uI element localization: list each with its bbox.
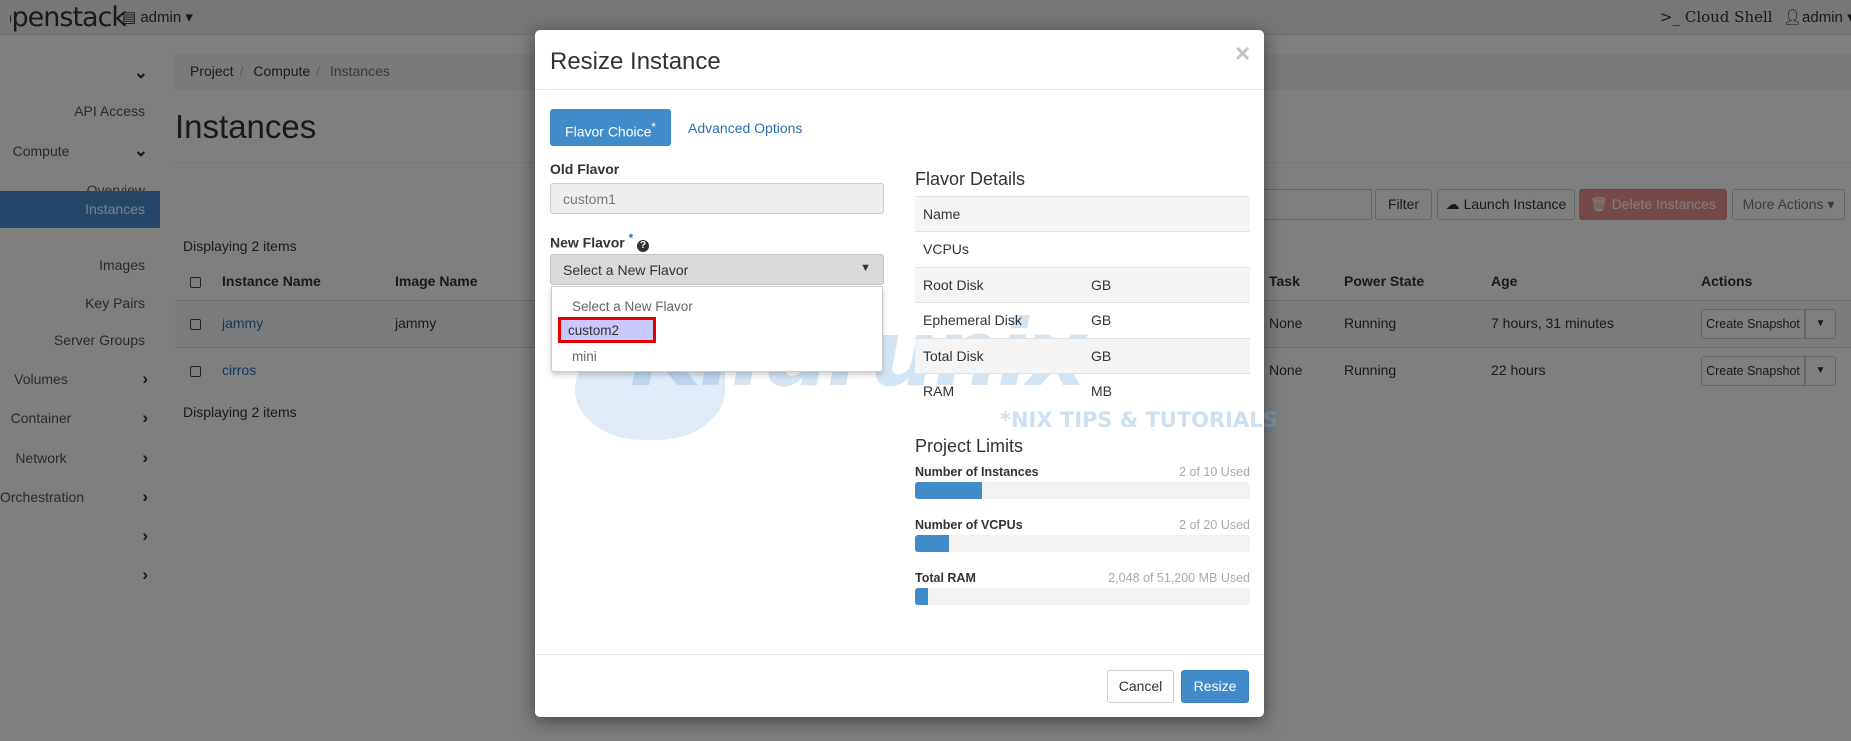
limit-progress-fill: [915, 482, 982, 499]
label-text: New Flavor: [550, 234, 625, 251]
old-flavor-field: custom1: [550, 183, 884, 214]
resize-button[interactable]: Resize: [1181, 670, 1249, 703]
resize-instance-modal: Kifarunix *NIX TIPS & TUTORIALS Resize I…: [535, 30, 1278, 717]
limit-usage: 2 of 10 Used: [1179, 465, 1250, 479]
detail-value: GB: [1091, 347, 1112, 364]
flavor-details-title: Flavor Details: [915, 169, 1026, 189]
flavor-dropdown-list: Select a New Flavor custom2 mini: [551, 286, 883, 372]
flavor-detail-row: Total Disk GB: [915, 337, 1250, 374]
limit-usage: 2,048 of 51,200 MB Used: [1108, 571, 1250, 585]
flavor-detail-row: Name: [915, 196, 1250, 232]
limit-label: Number of VCPUs: [915, 518, 1023, 532]
close-icon[interactable]: ×: [1235, 38, 1250, 69]
tab-flavor-choice[interactable]: Flavor Choice*: [550, 109, 671, 146]
option-placeholder[interactable]: Select a New Flavor: [572, 299, 693, 314]
limit-usage: 2 of 20 Used: [1179, 518, 1250, 532]
project-limits-title: Project Limits: [915, 436, 1024, 456]
required-mark: *: [628, 232, 634, 245]
selected-value: Select a New Flavor: [563, 262, 689, 278]
detail-label: Total Disk: [923, 347, 984, 364]
flavor-detail-row: RAM MB: [915, 373, 1250, 409]
limit-progress-fill: [915, 535, 949, 552]
option-custom2[interactable]: custom2: [558, 317, 656, 343]
limit-progress-bar: [915, 535, 1250, 552]
modal-title: Resize Instance: [550, 48, 721, 75]
detail-label: VCPUs: [923, 241, 969, 258]
limit-label: Total RAM: [915, 571, 976, 585]
required-mark: *: [651, 121, 656, 134]
cancel-button[interactable]: Cancel: [1107, 670, 1174, 703]
limit-progress-fill: [915, 588, 929, 605]
detail-label: Root Disk: [923, 276, 984, 293]
header-divider: [535, 89, 1264, 90]
help-icon[interactable]: ?: [637, 239, 650, 252]
watermark-tagline: *NIX TIPS & TUTORIALS: [1000, 408, 1278, 432]
detail-value: GB: [1091, 312, 1112, 329]
caret-down-icon: ▼: [860, 262, 871, 274]
detail-value: GB: [1091, 276, 1112, 293]
tab-advanced-options[interactable]: Advanced Options: [688, 120, 802, 136]
new-flavor-select[interactable]: Select a New Flavor ▼: [550, 254, 884, 285]
detail-label: RAM: [923, 383, 955, 399]
tab-label: Flavor Choice: [565, 123, 652, 140]
flavor-detail-row: Ephemeral Disk GB: [915, 302, 1250, 338]
limit-label: Number of Instances: [915, 465, 1039, 479]
option-mini[interactable]: mini: [572, 349, 597, 364]
detail-value: MB: [1091, 383, 1112, 399]
limit-progress-bar: [915, 482, 1250, 499]
flavor-detail-row: Root Disk GB: [915, 266, 1250, 303]
detail-label: Ephemeral Disk: [923, 312, 1022, 329]
detail-label: Name: [923, 206, 961, 222]
new-flavor-label: New Flavor * ?: [550, 232, 650, 252]
limit-progress-bar: [915, 588, 1250, 605]
old-flavor-label: Old Flavor: [550, 161, 620, 177]
footer-divider: [535, 654, 1264, 655]
flavor-detail-row: VCPUs: [915, 231, 1250, 267]
